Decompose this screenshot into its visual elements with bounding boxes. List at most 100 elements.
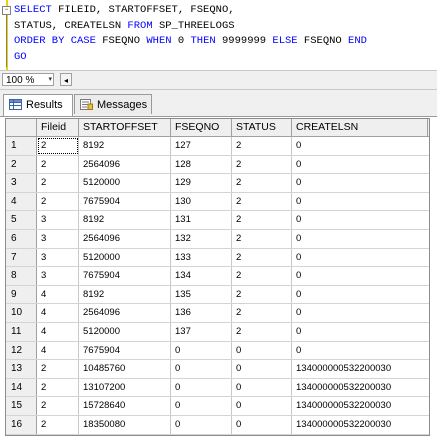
cell-createlsn[interactable]: 134000000532200030 xyxy=(292,416,428,434)
cell-createlsn[interactable]: 0 xyxy=(292,323,428,341)
cell-createlsn[interactable]: 0 xyxy=(292,230,428,248)
tab-results[interactable]: Results xyxy=(3,94,73,116)
cell-fseqno[interactable]: 137 xyxy=(171,322,232,341)
column-header[interactable]: CREATELSN xyxy=(292,119,428,136)
sql-editor[interactable]: − SELECT FILEID, STARTOFFSET, FSEQNO, ST… xyxy=(0,0,437,71)
cell-fileid[interactable]: 3 xyxy=(37,211,79,229)
cell-status[interactable]: 2 xyxy=(232,192,292,211)
table-row[interactable]: 1 2 8192 127 2 0 xyxy=(6,137,429,156)
cell-fseqno[interactable]: 129 xyxy=(171,174,232,192)
row-number[interactable]: 3 xyxy=(6,174,37,192)
cell-startoffset[interactable]: 2564096 xyxy=(79,155,171,174)
table-row[interactable]: 4 2 7675904 130 2 0 xyxy=(6,192,429,212)
row-number[interactable]: 1 xyxy=(6,137,37,155)
cell-fileid[interactable]: 2 xyxy=(37,174,79,192)
table-row[interactable]: 8 3 7675904 134 2 0 xyxy=(6,267,429,286)
table-row[interactable]: 16 2 18350080 0 0 134000000532200030 xyxy=(6,415,429,435)
cell-createlsn[interactable]: 0 xyxy=(292,342,428,360)
table-row[interactable]: 12 4 7675904 0 0 0 xyxy=(6,341,429,361)
sql-code[interactable]: SELECT FILEID, STARTOFFSET, FSEQNO, STAT… xyxy=(14,3,367,65)
cell-fileid[interactable]: 3 xyxy=(37,229,79,248)
cell-status[interactable]: 0 xyxy=(232,378,292,397)
cell-createlsn[interactable]: 0 xyxy=(292,211,428,229)
cell-fseqno[interactable]: 134 xyxy=(171,267,232,285)
tab-messages[interactable]: Messages xyxy=(74,94,152,114)
cell-fseqno[interactable]: 0 xyxy=(171,341,232,360)
row-number[interactable]: 9 xyxy=(6,285,37,304)
cell-startoffset[interactable]: 8192 xyxy=(79,211,171,229)
table-row[interactable]: 3 2 5120000 129 2 0 xyxy=(6,174,429,193)
cell-status[interactable]: 0 xyxy=(232,341,292,360)
cell-fseqno[interactable]: 130 xyxy=(171,192,232,211)
cell-status[interactable]: 0 xyxy=(232,360,292,378)
row-number[interactable]: 6 xyxy=(6,229,37,248)
row-number[interactable]: 7 xyxy=(6,248,37,267)
row-number[interactable]: 5 xyxy=(6,211,37,229)
cell-status[interactable]: 2 xyxy=(232,174,292,192)
cell-createlsn[interactable]: 0 xyxy=(292,304,428,322)
row-number[interactable]: 2 xyxy=(6,155,37,174)
cell-createlsn[interactable]: 134000000532200030 xyxy=(292,379,428,397)
cell-fileid[interactable]: 2 xyxy=(37,397,79,415)
cell-createlsn[interactable]: 0 xyxy=(292,137,428,155)
zoom-select[interactable]: 100 % ▾ xyxy=(2,73,54,86)
row-number[interactable]: 8 xyxy=(6,267,37,285)
table-row[interactable]: 14 2 13107200 0 0 134000000532200030 xyxy=(6,378,429,398)
table-row[interactable]: 6 3 2564096 132 2 0 xyxy=(6,229,429,249)
cell-status[interactable]: 0 xyxy=(232,397,292,415)
cell-fileid[interactable]: 3 xyxy=(37,267,79,285)
cell-createlsn[interactable]: 0 xyxy=(292,286,428,304)
table-row[interactable]: 2 2 2564096 128 2 0 xyxy=(6,155,429,175)
row-number[interactable]: 13 xyxy=(6,360,37,378)
cell-status[interactable]: 2 xyxy=(232,211,292,229)
cell-fseqno[interactable]: 0 xyxy=(171,360,232,378)
cell-status[interactable]: 2 xyxy=(232,322,292,341)
cell-fileid[interactable]: 4 xyxy=(37,322,79,341)
cell-status[interactable]: 2 xyxy=(232,248,292,267)
cell-fileid[interactable]: 2 xyxy=(37,360,79,378)
cell-fseqno[interactable]: 135 xyxy=(171,285,232,304)
cell-startoffset[interactable]: 7675904 xyxy=(79,267,171,285)
cell-startoffset[interactable]: 5120000 xyxy=(79,322,171,341)
cell-fileid[interactable]: 2 xyxy=(37,378,79,397)
cell-startoffset[interactable]: 8192 xyxy=(79,285,171,304)
row-number[interactable]: 16 xyxy=(6,415,37,434)
cell-createlsn[interactable]: 0 xyxy=(292,174,428,192)
cell-fseqno[interactable]: 136 xyxy=(171,304,232,322)
cell-fseqno[interactable]: 133 xyxy=(171,248,232,267)
cell-fseqno[interactable]: 0 xyxy=(171,378,232,397)
cell-status[interactable]: 2 xyxy=(232,304,292,322)
cell-startoffset[interactable]: 7675904 xyxy=(79,192,171,211)
cell-fseqno[interactable]: 0 xyxy=(171,415,232,434)
cell-fileid[interactable]: 4 xyxy=(37,285,79,304)
cell-status[interactable]: 2 xyxy=(232,229,292,248)
cell-startoffset[interactable]: 7675904 xyxy=(79,341,171,360)
scroll-left-icon[interactable]: ◂ xyxy=(60,73,72,86)
table-row[interactable]: 10 4 2564096 136 2 0 xyxy=(6,304,429,323)
table-row[interactable]: 11 4 5120000 137 2 0 xyxy=(6,322,429,342)
cell-fileid[interactable]: 2 xyxy=(37,155,79,174)
table-row[interactable]: 15 2 15728640 0 0 134000000532200030 xyxy=(6,397,429,416)
row-number[interactable]: 4 xyxy=(6,192,37,211)
row-number-header[interactable] xyxy=(6,119,37,136)
cell-fseqno[interactable]: 131 xyxy=(171,211,232,229)
cell-createlsn[interactable]: 0 xyxy=(292,267,428,285)
cell-startoffset[interactable]: 15728640 xyxy=(79,397,171,415)
cell-status[interactable]: 2 xyxy=(232,285,292,304)
chevron-down-icon[interactable]: ▾ xyxy=(48,75,52,85)
table-row[interactable]: 7 3 5120000 133 2 0 xyxy=(6,248,429,268)
cell-fseqno[interactable]: 132 xyxy=(171,229,232,248)
cell-createlsn[interactable]: 0 xyxy=(292,193,428,211)
cell-startoffset[interactable]: 2564096 xyxy=(79,304,171,322)
cell-fileid[interactable]: 2 xyxy=(37,137,79,155)
cell-fileid[interactable]: 2 xyxy=(37,192,79,211)
cell-status[interactable]: 2 xyxy=(232,267,292,285)
row-number[interactable]: 15 xyxy=(6,397,37,415)
cell-fseqno[interactable]: 0 xyxy=(171,397,232,415)
table-row[interactable]: 13 2 10485760 0 0 134000000532200030 xyxy=(6,360,429,379)
cell-createlsn[interactable]: 134000000532200030 xyxy=(292,397,428,415)
column-header[interactable]: FSEQNO xyxy=(171,119,232,136)
table-row[interactable]: 5 3 8192 131 2 0 xyxy=(6,211,429,230)
collapse-toggle-icon[interactable]: − xyxy=(2,6,11,15)
cell-status[interactable]: 2 xyxy=(232,137,292,155)
